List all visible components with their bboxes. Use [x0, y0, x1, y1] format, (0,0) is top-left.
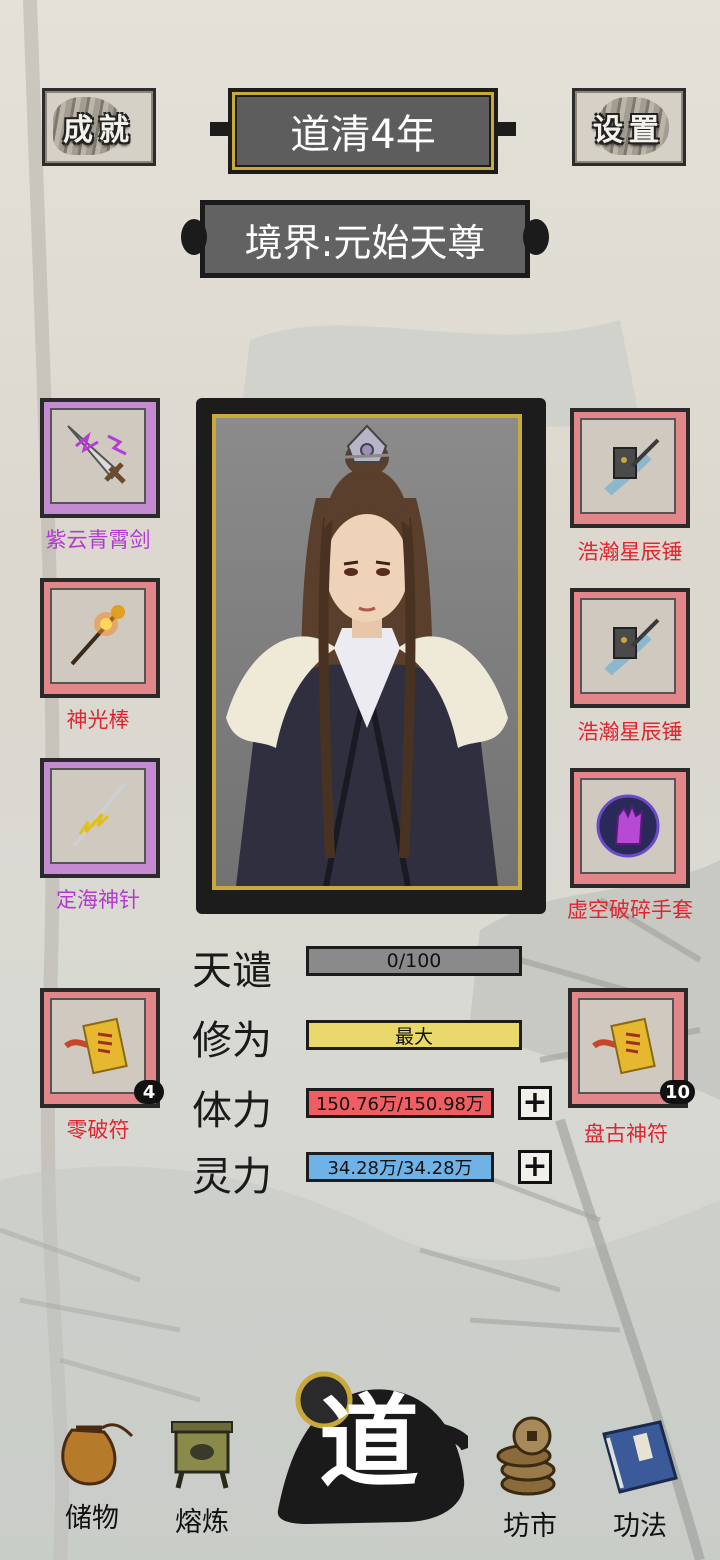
cultivation-label: 修为 — [192, 1018, 272, 1064]
talisman-label-left: 零破符 — [66, 1118, 130, 1142]
cultivation-bar: 最大 — [306, 1020, 522, 1050]
equip-label-left-2: 神光棒 — [66, 708, 130, 732]
talisman-count-right: 10 — [660, 1080, 696, 1104]
spirit-label: 灵力 — [192, 1154, 272, 1200]
slot-inner — [580, 778, 676, 874]
sword-icon — [67, 425, 127, 484]
nav-market[interactable] — [478, 1410, 578, 1504]
talisman-icon — [592, 1017, 656, 1075]
nav-techniques-label: 功法 — [613, 1511, 667, 1542]
character-illustration — [226, 424, 508, 886]
nav-dao-label: 道 — [319, 1383, 419, 1501]
equip-slot-left-3[interactable] — [40, 758, 160, 878]
health-value: 150.76万/150.98万 — [315, 1094, 485, 1115]
equip-label-right-2: 浩瀚星辰锤 — [577, 720, 683, 744]
health-plus-button[interactable]: + — [518, 1086, 552, 1120]
nav-storage[interactable] — [42, 1410, 142, 1494]
slot-inner — [50, 408, 146, 504]
health-label: 体力 — [192, 1088, 272, 1134]
health-bar: 150.76万/150.98万 — [306, 1088, 494, 1118]
character-portrait — [212, 414, 522, 890]
book-icon — [602, 1420, 678, 1494]
nav-techniques[interactable] — [590, 1414, 690, 1504]
year-text: 道清4年 — [290, 112, 436, 158]
equip-slot-right-2[interactable] — [570, 588, 690, 708]
furnace-icon — [171, 1421, 233, 1489]
tribulation-bar: 0/100 — [306, 946, 522, 976]
equip-slot-right-1[interactable] — [570, 408, 690, 528]
staff-icon — [70, 605, 125, 666]
gauntlet-icon — [596, 794, 660, 858]
equip-slot-left-2[interactable] — [40, 578, 160, 698]
cultivation-value: 最大 — [394, 1025, 433, 1048]
needle-icon — [72, 782, 126, 848]
equip-slot-right-3[interactable] — [570, 768, 690, 888]
achievements-label: 成就 — [63, 113, 135, 148]
spirit-value: 34.28万/34.28万 — [327, 1158, 473, 1179]
nav-smelting-label: 熔炼 — [175, 1507, 229, 1538]
spirit-plus-button[interactable]: + — [518, 1150, 552, 1184]
slot-inner — [580, 598, 676, 694]
tribulation-label: 天谴 — [192, 948, 272, 994]
talisman-icon — [64, 1017, 128, 1075]
slot-inner — [578, 998, 674, 1094]
slot-inner — [50, 768, 146, 864]
nav-smelting[interactable] — [152, 1412, 252, 1496]
hammer-icon — [604, 438, 660, 496]
nav-dao[interactable]: 道 — [268, 1370, 475, 1530]
year-banner: 道清4年 — [210, 88, 516, 174]
tribulation-value: 0/100 — [386, 950, 442, 972]
character-portrait-frame — [196, 398, 546, 914]
pouch-icon — [61, 1423, 134, 1486]
slot-inner — [50, 588, 146, 684]
talisman-count-left: 4 — [134, 1080, 164, 1104]
slot-inner — [50, 998, 146, 1094]
realm-banner: 境界:元始天尊 — [181, 200, 549, 278]
equip-label-right-3: 虚空破碎手套 — [567, 898, 693, 922]
coins-icon — [496, 1416, 556, 1496]
nav-market-label: 坊市 — [503, 1511, 557, 1542]
realm-text: 境界:元始天尊 — [244, 220, 486, 265]
talisman-label-right: 盘古神符 — [584, 1122, 668, 1146]
slot-inner — [580, 418, 676, 514]
achievements-button[interactable]: 成就 — [42, 88, 156, 166]
nav-storage-label: 储物 — [65, 1503, 119, 1534]
hammer-icon — [604, 618, 660, 676]
settings-label: 设置 — [593, 113, 665, 148]
equip-label-left-3: 定海神针 — [56, 888, 140, 912]
equip-label-left-1: 紫云青霄剑 — [45, 528, 151, 552]
equip-slot-left-1[interactable] — [40, 398, 160, 518]
settings-button[interactable]: 设置 — [572, 88, 686, 166]
equip-label-right-1: 浩瀚星辰锤 — [577, 540, 683, 564]
spirit-bar: 34.28万/34.28万 — [306, 1152, 494, 1182]
